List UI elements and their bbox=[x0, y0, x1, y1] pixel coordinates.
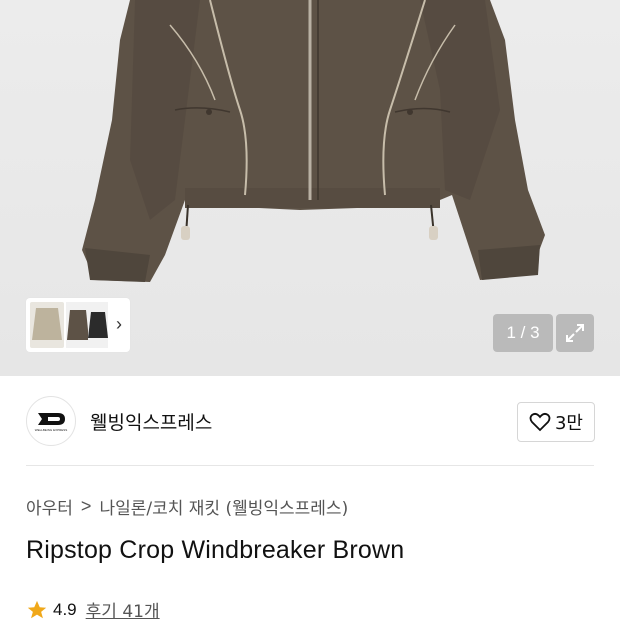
like-count: 3만 bbox=[554, 413, 583, 434]
divider bbox=[26, 465, 594, 466]
reviews-link[interactable]: 후기 41개 bbox=[86, 597, 160, 622]
thumbnail-strip[interactable]: › bbox=[26, 298, 130, 352]
like-button[interactable]: 3만 bbox=[517, 402, 595, 442]
brand-logo-text: WELLBEING EXPRESS bbox=[34, 427, 68, 432]
chevron-right-icon[interactable]: › bbox=[116, 314, 122, 335]
breadcrumb-item-category[interactable]: 나일론/코치 재킷 (웰빙익스프레스) bbox=[99, 494, 348, 519]
thumbnail-black[interactable] bbox=[88, 302, 108, 348]
product-image-gallery[interactable]: › 1 / 3 bbox=[0, 0, 620, 376]
brand-name[interactable]: 웰빙익스프레스 bbox=[90, 408, 212, 435]
rating-score: 4.9 bbox=[53, 599, 77, 619]
brand-logo-mark bbox=[38, 412, 65, 425]
brand-logo[interactable]: WELLBEING EXPRESS bbox=[26, 396, 76, 446]
image-counter-total: 3 bbox=[530, 323, 540, 342]
brand-row: WELLBEING EXPRESS 웰빙익스프레스 3만 bbox=[0, 376, 620, 466]
thumbnail-brown[interactable] bbox=[66, 302, 90, 348]
heart-icon bbox=[529, 412, 551, 432]
expand-icon bbox=[566, 324, 584, 342]
image-counter-separator: / bbox=[515, 323, 531, 342]
breadcrumb: 아우터 > 나일론/코치 재킷 (웰빙익스프레스) bbox=[26, 494, 348, 519]
product-title: Ripstop Crop Windbreaker Brown bbox=[26, 536, 405, 564]
star-icon bbox=[27, 600, 47, 618]
breadcrumb-item-outer[interactable]: 아우터 bbox=[26, 494, 73, 519]
breadcrumb-separator: > bbox=[80, 496, 92, 516]
image-counter-current: 1 bbox=[506, 323, 516, 342]
image-counter: 1 / 3 bbox=[493, 314, 553, 352]
expand-button[interactable] bbox=[556, 314, 594, 352]
rating-row: 4.9 후기 41개 bbox=[26, 597, 160, 622]
thumbnail-beige[interactable] bbox=[30, 302, 64, 348]
